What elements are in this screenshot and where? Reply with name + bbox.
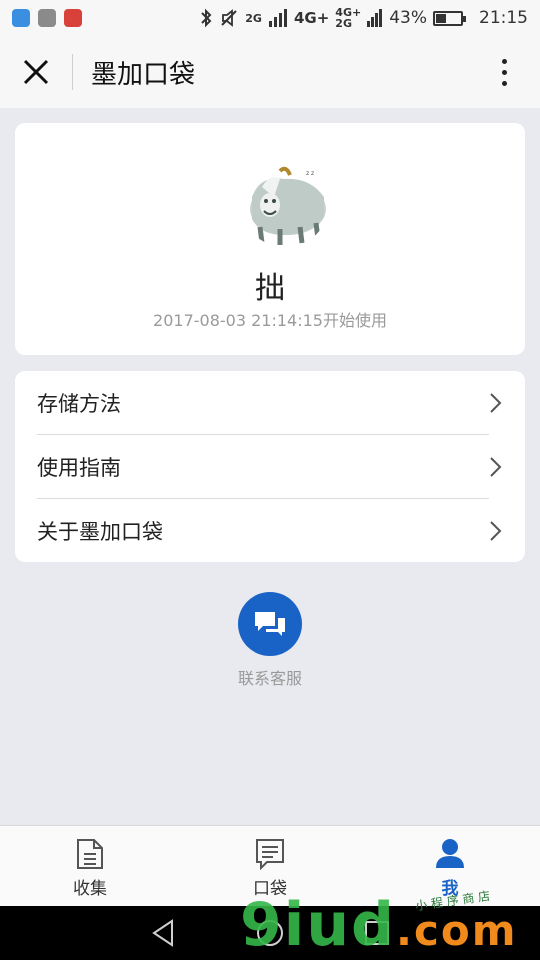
close-icon <box>23 59 49 85</box>
battery-fill <box>436 13 446 23</box>
menu-item-about[interactable]: 关于墨加口袋 <box>37 499 503 562</box>
bluetooth-icon <box>201 8 212 28</box>
settings-menu: 存储方法 使用指南 关于墨加口袋 <box>15 371 525 562</box>
menu-item-label: 关于墨加口袋 <box>37 519 163 544</box>
avatar[interactable]: z z <box>240 157 330 247</box>
more-dot <box>501 80 507 86</box>
home-icon[interactable] <box>256 919 284 947</box>
menu-item-label: 使用指南 <box>37 455 121 480</box>
close-button[interactable] <box>0 36 72 108</box>
contact-support-button[interactable] <box>238 592 302 656</box>
back-icon[interactable] <box>150 919 176 947</box>
tab-label: 收集 <box>73 879 107 899</box>
tab-me[interactable]: 我 <box>360 826 540 906</box>
menu-item-guide[interactable]: 使用指南 <box>37 435 503 498</box>
recents-icon[interactable] <box>364 920 390 946</box>
huawei-app-icon <box>64 9 82 27</box>
more-button[interactable] <box>468 36 540 108</box>
contact-support-label: 联系客服 <box>237 669 302 688</box>
battery-percent: 43% <box>389 8 427 28</box>
tab-pocket[interactable]: 口袋 <box>180 826 360 906</box>
bear-avatar-icon: z z <box>240 157 330 247</box>
menu-item-storage[interactable]: 存储方法 <box>37 371 503 434</box>
system-nav-bar <box>0 906 540 960</box>
chevron-right-icon <box>490 520 502 541</box>
chat-bubbles-icon <box>255 612 285 636</box>
profile-card: z z 拙 2017-08-03 21:14:15开始使用 <box>15 123 525 355</box>
network-4g: 4G+ <box>293 9 330 27</box>
nav-divider <box>72 54 73 90</box>
status-notification-icons <box>12 9 82 27</box>
username: 拙 <box>255 271 285 306</box>
network-2g-small: 2G <box>335 17 352 30</box>
user-icon <box>436 839 464 868</box>
battery-icon <box>433 10 466 26</box>
signal-icon <box>268 9 287 27</box>
status-bar: 2G 4G+ 4G+ 2G 43% 21:15 <box>0 0 540 36</box>
gallery-app-icon <box>12 9 30 27</box>
status-right: 2G 4G+ 4G+ 2G 43% 21:15 <box>199 7 528 29</box>
page-title: 墨加口袋 <box>91 59 196 90</box>
signal-icon-2 <box>367 9 383 27</box>
tab-bar: 收集 口袋 我 <box>0 825 540 906</box>
network-small-stack: 4G+ 2G <box>335 7 361 29</box>
more-vertical-icon <box>501 58 507 64</box>
mute-icon <box>221 9 237 27</box>
menu-item-label: 存储方法 <box>37 391 121 416</box>
tab-collect[interactable]: 收集 <box>0 826 180 906</box>
svg-text:z z: z z <box>306 170 314 177</box>
start-date: 2017-08-03 21:14:15开始使用 <box>153 311 387 330</box>
tab-label: 我 <box>441 879 459 899</box>
more-dot <box>501 69 507 75</box>
tab-label: 口袋 <box>253 879 287 899</box>
message-icon <box>256 839 284 870</box>
nav-bar: 墨加口袋 <box>0 36 540 108</box>
network-2g: 2G <box>245 11 262 25</box>
chevron-right-icon <box>490 392 502 413</box>
chevron-right-icon <box>490 456 502 477</box>
document-icon <box>77 839 103 869</box>
status-time: 21:15 <box>479 8 528 28</box>
qr-app-icon <box>38 9 56 27</box>
